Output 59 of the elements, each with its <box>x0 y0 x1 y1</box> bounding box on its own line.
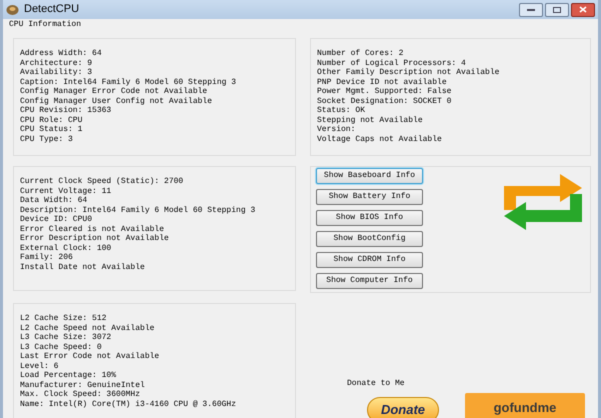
info-line: Name: Intel(R) Core(TM) i3-4160 CPU @ 3.60GHz <box>20 400 236 409</box>
info-line: Number of Cores: 2 <box>317 49 404 58</box>
info-line: Architecture: 9 <box>20 58 92 68</box>
info-line: Status: OK <box>317 106 366 116</box>
group-title: CPU Information <box>8 19 82 30</box>
info-line: Current Clock Speed (Static): 2700 <box>20 177 184 186</box>
info-line: L2 Cache Size: 512 <box>20 314 106 324</box>
donate-button[interactable]: Donate <box>367 397 439 418</box>
maximize-button[interactable] <box>545 2 569 16</box>
info-line: Caption: Intel64 Family 6 Model 60 Stepping 3 <box>20 78 236 87</box>
info-line: Stepping not Available <box>317 116 423 125</box>
info-line: Last Error Code not Available <box>20 352 160 362</box>
info-line: L3 Cache Speed: 0 <box>20 342 102 352</box>
info-line: External Clock: 100 <box>20 244 112 253</box>
info-line: Error Description not Available <box>20 234 169 244</box>
info-line: Voltage Caps not Available <box>317 134 442 144</box>
close-icon <box>579 6 587 13</box>
show-info-button[interactable]: Show BIOS Info <box>316 210 423 226</box>
gofundme-button[interactable]: gofundme <box>465 393 585 418</box>
info-line: CPU Role: CPU <box>20 116 82 125</box>
info-line: Config Manager User Config not Available <box>20 96 212 106</box>
info-line: Description: Intel64 Family 6 Model 60 Stepping 3 <box>20 206 256 215</box>
window-title: DetectCPU <box>24 2 80 18</box>
info-line: Max. Clock Speed: 3600MHz <box>20 390 140 400</box>
info-line: PNP Device ID not available <box>317 78 447 87</box>
info-line: Load Percentage: 10% <box>20 371 116 380</box>
close-button[interactable] <box>571 2 595 16</box>
minimize-icon <box>527 8 535 10</box>
info-line: Install Date not Available <box>20 262 145 272</box>
show-info-button[interactable]: Show BootConfig <box>316 231 423 247</box>
info-line: Power Mgmt. Supported: False <box>317 87 452 96</box>
show-info-button[interactable]: Show Baseboard Info <box>316 168 423 184</box>
minimize-button[interactable] <box>519 2 543 16</box>
app-icon <box>6 4 19 16</box>
info-line: CPU Type: 3 <box>20 134 73 144</box>
info-line: CPU Status: 1 <box>20 125 82 134</box>
info-line: Config Manager Error Code not Available <box>20 87 208 96</box>
info-line: Number of Logical Processors: 4 <box>317 58 466 68</box>
info-line: Version: <box>317 125 356 134</box>
info-line: Family: 206 <box>20 253 73 262</box>
info-line: Availability: 3 <box>20 68 92 78</box>
info-line: Error Cleared is not Available <box>20 224 164 234</box>
info-line: CPU Revision: 15363 <box>20 106 112 116</box>
show-info-button[interactable]: Show Computer Info <box>316 273 423 289</box>
info-line: Level: 6 <box>20 362 58 371</box>
info-line: Other Family Description not Available <box>317 68 500 78</box>
maximize-icon <box>553 6 561 12</box>
info-line: L3 Cache Size: 3072 <box>20 333 112 342</box>
info-line: L2 Cache Speed not Available <box>20 324 154 333</box>
donate-caption: Donate to Me <box>347 379 405 389</box>
info-line: Address Width: 64 <box>20 49 102 58</box>
info-line: Manufacturer: GenuineIntel <box>20 380 145 390</box>
info-line: Socket Designation: SOCKET 0 <box>317 96 452 106</box>
swap-arrows-icon <box>504 174 582 230</box>
info-line: Current Voltage: 11 <box>20 186 112 196</box>
show-info-button[interactable]: Show CDROM Info <box>316 252 423 268</box>
info-line: Device ID: CPU0 <box>20 215 92 224</box>
info-line: Data Width: 64 <box>20 196 88 206</box>
show-info-button[interactable]: Show Battery Info <box>316 189 423 205</box>
